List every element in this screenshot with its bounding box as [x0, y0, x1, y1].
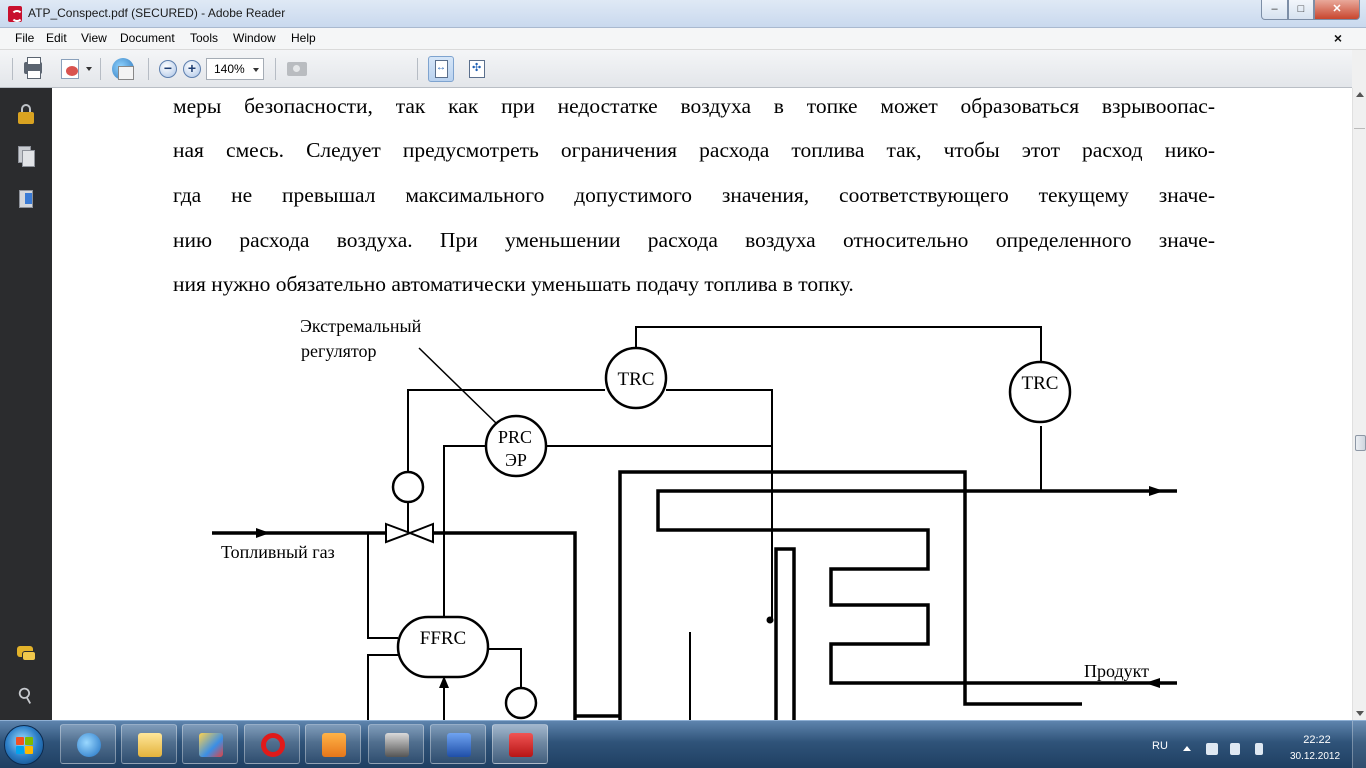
- vertical-scrollbar[interactable]: [1352, 88, 1366, 720]
- adobe-reader-icon: [8, 6, 23, 22]
- show-desktop-button[interactable]: [1352, 721, 1366, 768]
- document-icon: [61, 59, 79, 79]
- product-label: Продукт: [1084, 661, 1149, 681]
- process-control-diagram: Экстремальный регулятор Топливный газ Пр…: [212, 316, 1177, 720]
- globe-icon: [112, 58, 134, 80]
- menu-help[interactable]: Help: [291, 31, 316, 45]
- taskbar-word[interactable]: [430, 724, 486, 764]
- window-title: ATP_Conspect.pdf (SECURED) - Adobe Reade…: [28, 6, 286, 20]
- word-icon: [447, 733, 471, 757]
- paint-icon: [199, 733, 223, 757]
- chevron-down-icon[interactable]: [86, 67, 92, 71]
- printer-icon: [24, 57, 42, 79]
- clock-time[interactable]: 22:22: [1296, 734, 1338, 746]
- menu-view[interactable]: View: [81, 31, 107, 45]
- minimize-button[interactable]: –: [1261, 0, 1288, 20]
- menu-document[interactable]: Document: [120, 31, 175, 45]
- zoom-in-button[interactable]: +: [183, 60, 201, 78]
- windows-taskbar: RU 22:22 30.12.2012: [0, 720, 1366, 768]
- media-player-icon: [322, 733, 346, 757]
- taskbar-scanner[interactable]: [368, 724, 424, 764]
- adobe-reader-icon: [509, 733, 533, 757]
- internet-explorer-icon: [77, 733, 101, 757]
- navigation-panel: ⚲: [0, 88, 52, 720]
- snapshot-button[interactable]: [284, 56, 310, 82]
- close-button[interactable]: ✕: [1314, 0, 1360, 20]
- adobe-reader-window: ATP_Conspect.pdf (SECURED) - Adobe Reade…: [0, 0, 1366, 768]
- toolbar-separator: [417, 58, 418, 80]
- toolbar-separator: [12, 58, 13, 80]
- language-indicator[interactable]: RU: [1152, 740, 1168, 752]
- taskbar-paint[interactable]: [182, 724, 238, 764]
- taskbar-windows-explorer[interactable]: [121, 724, 177, 764]
- print-button[interactable]: [20, 56, 46, 82]
- menu-bar: File Edit View Document Tools Window Hel…: [0, 28, 1366, 50]
- fit-width-button[interactable]: [428, 56, 454, 82]
- collaborate-button[interactable]: [110, 56, 136, 82]
- toolbar: − +: [0, 50, 1352, 88]
- comments-icon[interactable]: [16, 643, 36, 665]
- zoom-out-button[interactable]: −: [159, 60, 177, 78]
- scroll-thumb[interactable]: [1355, 435, 1366, 451]
- folder-icon: [138, 733, 162, 757]
- network-icon[interactable]: [1206, 743, 1218, 755]
- taskbar-internet-explorer[interactable]: [60, 724, 116, 764]
- er-instrument-label: ЭР: [505, 450, 527, 470]
- prc-instrument-label: PRC: [498, 427, 532, 447]
- menu-tools[interactable]: Tools: [190, 31, 218, 45]
- battery-icon[interactable]: [1255, 743, 1263, 755]
- window-controls: – □ ✕: [1261, 0, 1360, 20]
- clock-date[interactable]: 30.12.2012: [1284, 751, 1346, 762]
- ffrc-instrument-label: FFRC: [420, 628, 466, 649]
- fuel-gas-label: Топливный газ: [221, 542, 335, 562]
- scroll-up-icon[interactable]: [1356, 92, 1364, 97]
- chevron-down-icon: [253, 68, 259, 72]
- zoom-level-select[interactable]: 140%: [206, 58, 264, 80]
- show-hidden-icons-icon[interactable]: [1183, 746, 1191, 751]
- menu-window[interactable]: Window: [233, 31, 276, 45]
- extremal-regulator-label-2: регулятор: [301, 341, 376, 361]
- document-page[interactable]: меры безопасности, так как при недостатк…: [52, 88, 1352, 720]
- bookmarks-icon[interactable]: [16, 189, 36, 211]
- attachments-paperclip-icon[interactable]: ⚲: [12, 681, 40, 710]
- close-document-button[interactable]: ×: [1334, 30, 1342, 46]
- opera-icon: [261, 733, 285, 757]
- taskbar-adobe-reader[interactable]: [492, 724, 548, 764]
- zoom-level-value: 140%: [214, 62, 245, 76]
- extremal-regulator-label: Экстремальный: [300, 316, 422, 336]
- title-bar: ATP_Conspect.pdf (SECURED) - Adobe Reade…: [0, 0, 1366, 28]
- windows-logo-icon: [16, 737, 34, 755]
- toolbar-separator: [148, 58, 149, 80]
- taskbar-media-player[interactable]: [305, 724, 361, 764]
- trc-instrument-label: TRC: [1022, 373, 1059, 394]
- fit-width-icon: [435, 60, 448, 78]
- taskbar-opera[interactable]: [244, 724, 300, 764]
- menu-file[interactable]: File: [15, 31, 34, 45]
- trc-instrument-label: TRC: [618, 369, 655, 390]
- create-pdf-button[interactable]: [58, 56, 84, 82]
- pages-icon[interactable]: [16, 145, 36, 167]
- menu-edit[interactable]: Edit: [46, 31, 67, 45]
- camera-icon: [287, 62, 307, 76]
- fit-page-button[interactable]: [464, 56, 490, 82]
- toolbar-separator: [275, 58, 276, 80]
- fit-page-icon: [469, 60, 485, 78]
- maximize-button[interactable]: □: [1288, 0, 1314, 20]
- scanner-icon: [385, 733, 409, 757]
- scroll-down-icon[interactable]: [1356, 711, 1364, 716]
- security-lock-icon[interactable]: [16, 103, 36, 125]
- toolbar-separator: [100, 58, 101, 80]
- start-button[interactable]: [4, 725, 44, 765]
- volume-icon[interactable]: [1230, 743, 1240, 755]
